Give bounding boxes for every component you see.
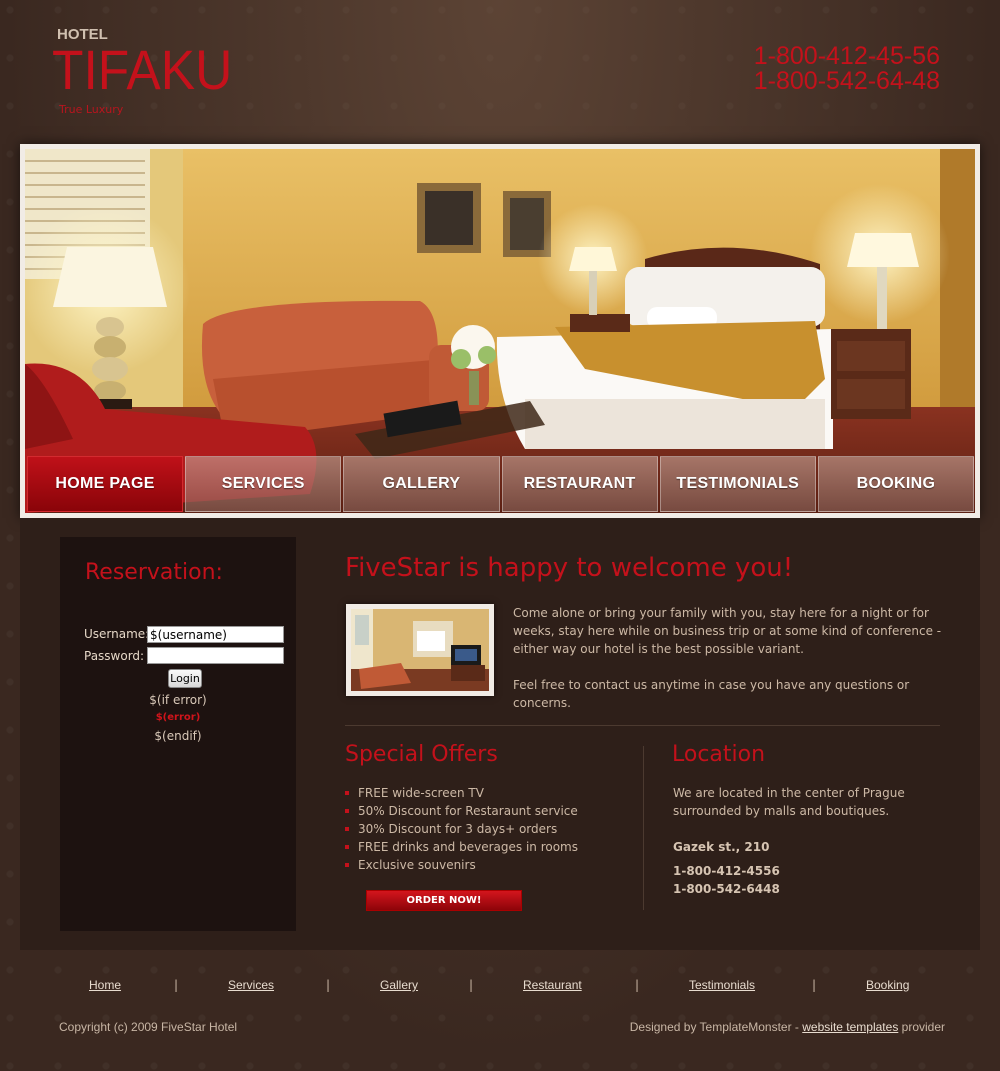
footer-link-gallery[interactable]: Gallery <box>380 978 418 992</box>
password-input[interactable] <box>147 647 284 664</box>
order-now-button[interactable]: ORDER NOW! <box>366 890 522 911</box>
room-thumbnail-image <box>351 609 489 691</box>
location-title: Location <box>672 742 766 767</box>
copyright-text: Copyright (c) 2009 FiveStar Hotel <box>59 1020 238 1034</box>
offer-item: FREE wide-screen TV <box>345 784 578 802</box>
template-if-error: $(if error) <box>149 693 207 707</box>
welcome-paragraph-1: Come alone or bring your family with you… <box>513 606 942 656</box>
room-thumbnail <box>346 604 494 696</box>
reservation-title: Reservation: <box>85 560 223 585</box>
location-text: We are located in the center of Prague s… <box>673 786 905 818</box>
column-divider <box>643 746 644 910</box>
nav-booking[interactable]: BOOKING <box>817 456 975 512</box>
offer-item: 50% Discount for Restaraunt service <box>345 802 578 820</box>
logo-tagline: True Luxury <box>59 103 124 116</box>
footer-separator: | <box>174 978 179 992</box>
nav-services[interactable]: SERVICES <box>185 456 342 512</box>
credits-prefix: Designed by TemplateMonster - <box>629 1020 803 1034</box>
special-offers-title: Special Offers <box>345 742 498 767</box>
username-label: Username: <box>84 627 150 641</box>
location-phone-1: 1-800-412-4556 <box>673 864 780 878</box>
footer-link-home[interactable]: Home <box>89 978 121 992</box>
footer-link-booking[interactable]: Booking <box>866 978 909 992</box>
credits: Designed by TemplateMonster - website te… <box>630 1020 945 1034</box>
location-phone-2: 1-800-542-6448 <box>673 882 780 896</box>
footer-separator: | <box>469 978 474 992</box>
nav-restaurant[interactable]: RESTAURANT <box>501 456 658 512</box>
footer-separator: | <box>635 978 640 992</box>
welcome-text: Come alone or bring your family with you… <box>513 604 943 730</box>
welcome-heading: FiveStar is happy to welcome you! <box>345 553 794 583</box>
offers-list: FREE wide-screen TV 50% Discount for Res… <box>345 784 578 874</box>
header-phone-2: 1-800-542-64-48 <box>753 67 940 95</box>
error-message: $(error) <box>155 712 201 723</box>
footer-link-services[interactable]: Services <box>228 978 274 992</box>
welcome-paragraph-2: Feel free to contact us anytime in case … <box>513 678 910 710</box>
nav-testimonials[interactable]: TESTIMONIALS <box>659 456 816 512</box>
website-templates-link[interactable]: website templates <box>802 1020 898 1034</box>
footer-link-restaurant[interactable]: Restaurant <box>523 978 582 992</box>
header-phone-1: 1-800-412-45-56 <box>753 42 940 70</box>
offer-item: Exclusive souvenirs <box>345 856 578 874</box>
location-address: Gazek st., 210 <box>673 840 770 854</box>
password-label: Password: <box>84 649 145 663</box>
nav-gallery[interactable]: GALLERY <box>343 456 500 512</box>
header-phones: 1-800-412-45-56 1-800-542-64-48 <box>754 44 940 94</box>
login-button[interactable]: Login <box>168 669 202 688</box>
section-divider <box>345 725 940 726</box>
logo-text[interactable]: TIFAKU <box>52 38 232 102</box>
footer-navigation: Home | Services | Gallery | Restaurant |… <box>0 978 1000 996</box>
footer-separator: | <box>326 978 331 992</box>
credits-suffix: provider <box>898 1020 945 1034</box>
template-endif: $(endif) <box>154 729 202 743</box>
username-input[interactable] <box>147 626 284 643</box>
offer-item: FREE drinks and beverages in rooms <box>345 838 578 856</box>
main-navigation: HOME PAGE SERVICES GALLERY RESTAURANT TE… <box>27 456 975 512</box>
nav-home[interactable]: HOME PAGE <box>27 456 184 512</box>
footer-link-testimonials[interactable]: Testimonials <box>689 978 755 992</box>
offer-item: 30% Discount for 3 days+ orders <box>345 820 578 838</box>
footer-separator: | <box>812 978 817 992</box>
